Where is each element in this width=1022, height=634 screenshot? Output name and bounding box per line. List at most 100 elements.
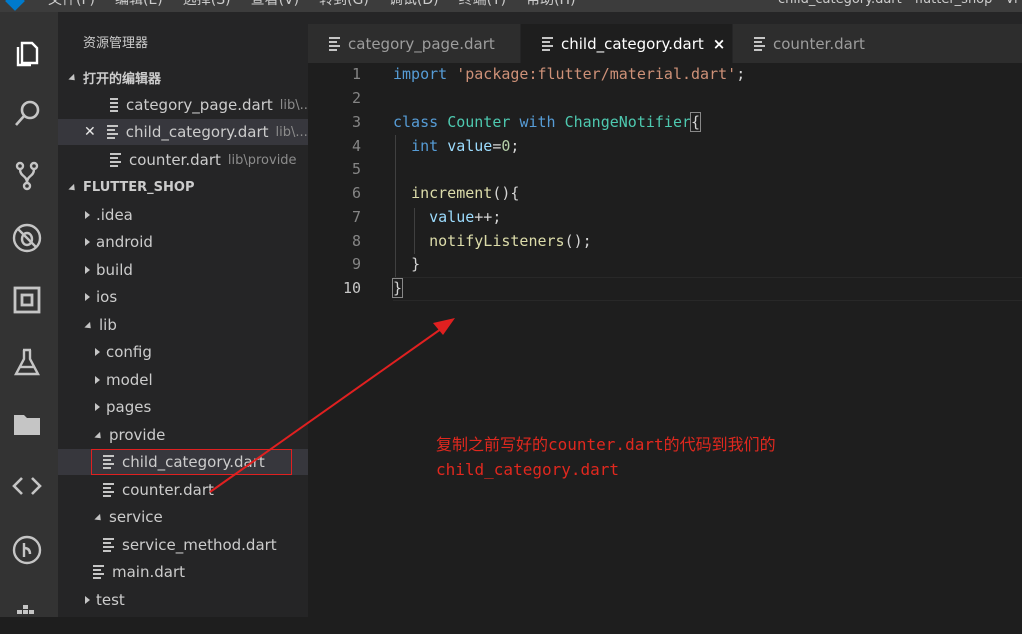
menu-selection[interactable]: 选择(S) xyxy=(183,0,231,9)
tree-file[interactable]: main.dart xyxy=(58,559,308,585)
menu-bar: 文件(F) 编辑(E) 选择(S) 查看(V) 转到(G) 调试(D) 终端(T… xyxy=(48,0,596,9)
menu-view[interactable]: 查看(V) xyxy=(251,0,300,9)
tree-folder[interactable]: android xyxy=(58,229,308,255)
code-keyword: int xyxy=(411,137,439,155)
tree-folder-open[interactable]: provide xyxy=(58,422,308,448)
open-editor-item[interactable]: category_page.dart lib\... xyxy=(58,92,312,118)
code-punct: (); xyxy=(564,232,592,250)
flask-icon[interactable] xyxy=(9,344,45,380)
chevron-right-icon xyxy=(85,238,90,246)
line-number: 10 xyxy=(342,279,361,297)
open-editors-section[interactable]: 打开的编辑器 xyxy=(58,64,308,90)
code-function: increment xyxy=(411,184,493,202)
tree-folder[interactable]: .idea xyxy=(58,202,308,228)
chevron-right-icon xyxy=(95,376,100,384)
tree-folder[interactable]: test xyxy=(58,587,308,613)
menu-file[interactable]: 文件(F) xyxy=(48,0,95,9)
code-line: } xyxy=(393,255,420,273)
file-icon xyxy=(110,151,121,169)
tree-label: child_category.dart xyxy=(122,453,265,471)
code-keyword: import xyxy=(393,65,448,83)
explorer-title: 资源管理器 xyxy=(83,36,149,51)
chevron-right-icon xyxy=(85,293,90,301)
file-icon xyxy=(542,35,553,53)
file-icon xyxy=(93,563,104,581)
tab-child-category[interactable]: child_category.dart × xyxy=(521,24,732,63)
tree-label: config xyxy=(106,343,152,361)
vscode-logo-icon xyxy=(5,0,25,11)
tree-label: provide xyxy=(109,426,166,444)
line-number: 5 xyxy=(351,160,361,178)
code-line: import 'package:flutter/material.dart'; xyxy=(393,65,745,83)
chevron-down-icon xyxy=(94,513,104,523)
annotation-line: 复制之前写好的counter.dart的代码到我们的 xyxy=(436,435,776,454)
tree-label: main.dart xyxy=(112,563,186,581)
tab-category-page[interactable]: category_page.dart xyxy=(308,24,520,63)
source-control-icon[interactable] xyxy=(9,158,45,194)
open-editor-path: lib\provide xyxy=(227,152,297,168)
chevron-right-icon xyxy=(95,403,100,411)
code-class: Counter xyxy=(447,113,511,131)
close-icon[interactable]: ✕ xyxy=(84,124,96,140)
tree-label: service xyxy=(109,508,163,526)
open-editor-item-active[interactable]: ✕ child_category.dart lib\... xyxy=(58,119,308,145)
code-punct: ++; xyxy=(474,208,502,226)
extensions-icon[interactable] xyxy=(9,282,45,318)
menu-debug[interactable]: 调试(D) xyxy=(389,0,439,9)
file-icon xyxy=(103,453,114,471)
tree-folder[interactable]: build xyxy=(58,257,308,283)
code-keyword: class xyxy=(393,113,439,131)
file-icon xyxy=(754,35,765,53)
tree-folder-open[interactable]: lib xyxy=(58,312,308,338)
git-lens-icon[interactable] xyxy=(9,532,45,568)
file-icon xyxy=(110,96,118,114)
tree-label: .idea xyxy=(96,206,133,224)
code-line: class Counter with ChangeNotifier{ xyxy=(393,112,702,132)
tree-file[interactable]: counter.dart xyxy=(58,477,308,503)
open-editors-label: 打开的编辑器 xyxy=(83,71,162,87)
open-editor-name: child_category.dart xyxy=(125,123,269,141)
close-icon[interactable]: × xyxy=(713,35,726,53)
tree-folder[interactable]: pages xyxy=(58,394,308,420)
tree-folder[interactable]: model xyxy=(58,367,308,393)
line-number: 9 xyxy=(351,255,361,273)
tree-file-selected[interactable]: child_category.dart xyxy=(58,449,308,475)
menu-help[interactable]: 帮助(H) xyxy=(526,0,575,9)
tree-label: counter.dart xyxy=(122,481,214,499)
editor-tabs: category_page.dart child_category.dart ×… xyxy=(308,12,1022,63)
code-line: int value=0; xyxy=(393,137,519,155)
tree-label: service_method.dart xyxy=(122,536,277,554)
code-punct: (){ xyxy=(492,184,520,202)
line-number: 7 xyxy=(351,208,361,226)
code-class: ChangeNotifier xyxy=(564,113,692,131)
open-editor-path: lib\... xyxy=(275,124,308,140)
tree-label: model xyxy=(106,371,153,389)
code-line: value++; xyxy=(393,208,501,226)
code-function: notifyListeners xyxy=(429,232,565,250)
code-editor[interactable]: 1 2 3 4 5 6 7 8 9 10 import 'package:flu… xyxy=(308,63,1022,617)
folder-icon[interactable] xyxy=(9,406,45,442)
debug-icon[interactable] xyxy=(9,220,45,256)
open-editor-item[interactable]: counter.dart lib\provide xyxy=(58,147,308,173)
menu-edit[interactable]: 编辑(E) xyxy=(115,0,163,9)
menu-terminal[interactable]: 终端(T) xyxy=(459,0,506,9)
explorer-icon[interactable] xyxy=(9,34,45,70)
search-icon[interactable] xyxy=(9,96,45,132)
code-icon[interactable] xyxy=(9,468,45,504)
tree-folder[interactable]: config xyxy=(58,339,308,365)
code-keyword: with xyxy=(519,113,556,131)
tree-file[interactable]: service_method.dart xyxy=(58,532,308,558)
code-line: increment(){ xyxy=(393,184,519,202)
chevron-down-icon xyxy=(84,321,94,331)
file-icon xyxy=(103,536,114,554)
tree-label: test xyxy=(96,591,125,609)
tab-counter[interactable]: counter.dart xyxy=(733,24,1022,63)
tree-folder-open[interactable]: service xyxy=(58,504,308,530)
tree-label: pages xyxy=(106,398,152,416)
menu-go[interactable]: 转到(G) xyxy=(319,0,369,9)
docker-icon[interactable] xyxy=(9,598,45,634)
chevron-right-icon xyxy=(85,596,90,604)
tree-folder[interactable]: ios xyxy=(58,284,308,310)
tree-label: ios xyxy=(96,288,118,306)
project-section[interactable]: FLUTTER_SHOP xyxy=(58,174,308,200)
